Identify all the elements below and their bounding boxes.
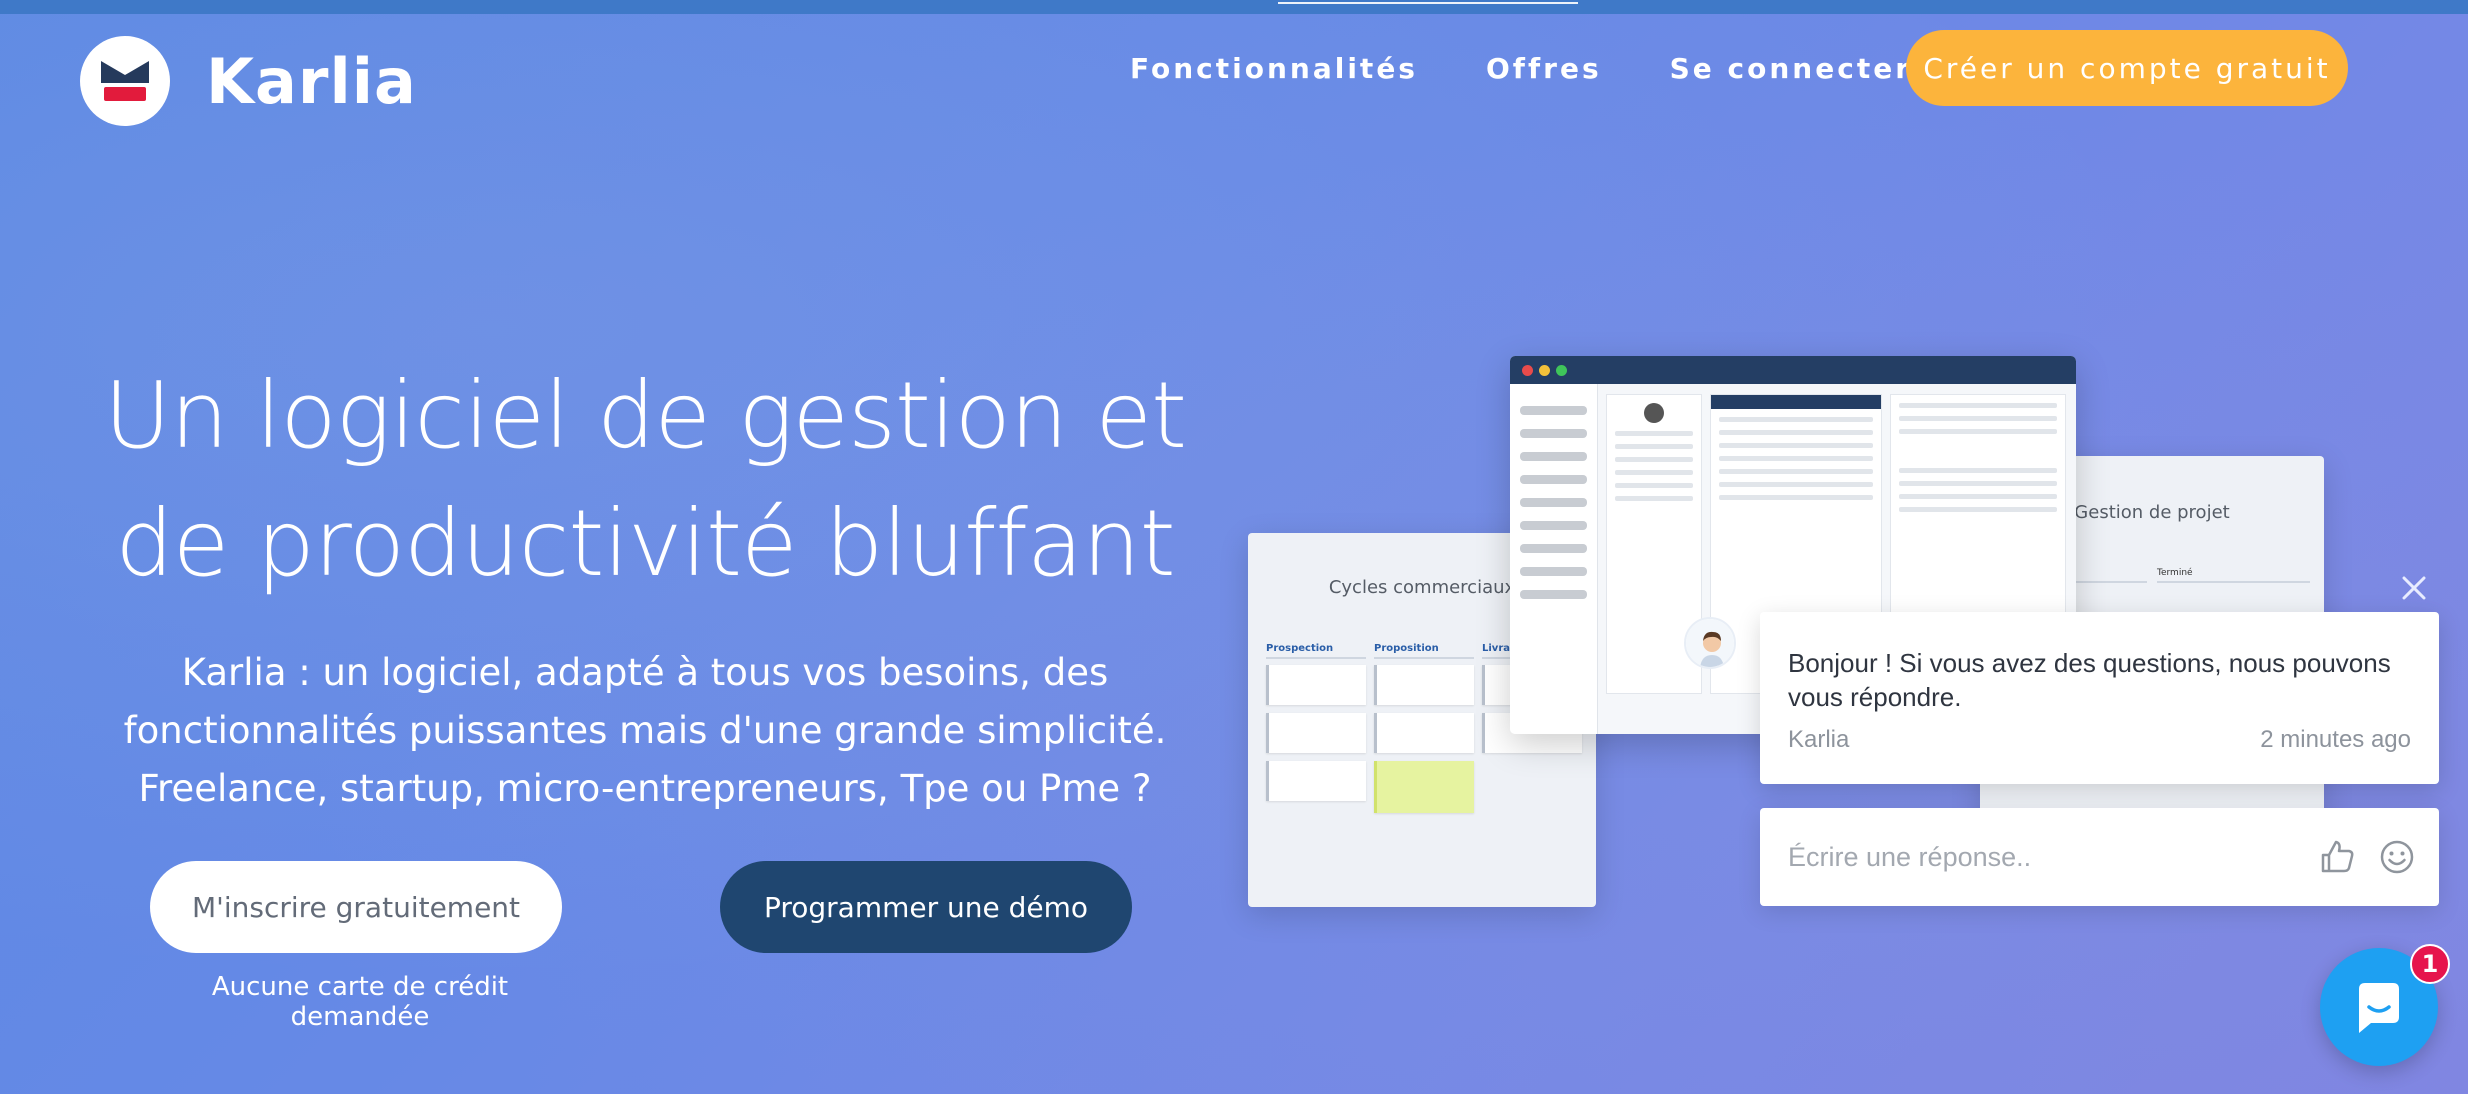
kanban-card <box>1266 713 1366 753</box>
kanban-card <box>1266 761 1366 801</box>
chat-timestamp: 2 minutes ago <box>2260 726 2411 753</box>
no-credit-card-note: Aucune carte de crédit demandée <box>211 972 509 1032</box>
window-minimize-dot <box>1539 364 1550 376</box>
kanban-card-dragging <box>1374 761 1474 813</box>
kanban-card <box>1374 713 1474 753</box>
chat-bubble-icon <box>2359 983 2399 1033</box>
kanban-column-title: Prospection <box>1266 643 1366 659</box>
top-announcement-strip <box>0 0 2468 14</box>
chat-reply-placeholder[interactable]: Écrire une réponse.. <box>1788 842 2297 873</box>
hero-title: Un logiciel de gestion et de productivit… <box>90 352 1200 608</box>
window-sidebar <box>1510 384 1598 734</box>
announcement-link-underline[interactable] <box>1278 2 1578 4</box>
kanban-card <box>1266 665 1366 705</box>
kanban-card <box>1374 665 1474 705</box>
create-account-button[interactable]: Créer un compte gratuit <box>1906 30 2348 106</box>
karlia-logo-icon <box>80 36 170 126</box>
nav-se-connecter[interactable]: Se connecter <box>1670 52 1912 85</box>
hero-subtitle-line3: Freelance, startup, micro-entrepreneurs,… <box>138 767 1152 810</box>
window-titlebar <box>1510 356 2076 384</box>
window-maximize-dot <box>1556 364 1567 376</box>
hero-subtitle-line1: Karlia : un logiciel, adapté à tous vos … <box>181 651 1109 694</box>
schedule-demo-button[interactable]: Programmer une démo <box>720 861 1132 953</box>
brand-logo[interactable]: Karlia <box>80 36 417 126</box>
brand-name: Karlia <box>206 44 417 118</box>
emoji-icon[interactable] <box>2377 837 2417 877</box>
chat-sender: Karlia <box>1788 726 1850 753</box>
nav-offres[interactable]: Offres <box>1486 52 1602 85</box>
main-nav: Fonctionnalités Offres Se connecter <box>1130 30 1980 85</box>
chat-agent-avatar <box>1684 617 1736 669</box>
unread-count-badge: 1 <box>2410 944 2450 984</box>
hero-title-line1: Un logiciel de gestion et <box>103 362 1187 469</box>
kanban-column-title: Proposition <box>1374 643 1474 659</box>
chat-message-bubble[interactable]: Bonjour ! Si vous avez des questions, no… <box>1760 612 2439 784</box>
chat-close-icon[interactable] <box>2394 568 2434 608</box>
chat-reply-input[interactable]: Écrire une réponse.. <box>1760 808 2439 906</box>
projet-column-title: Terminé <box>2157 568 2310 583</box>
chat-message-text: Bonjour ! Si vous avez des questions, no… <box>1788 648 2391 712</box>
nav-fonctionnalites[interactable]: Fonctionnalités <box>1130 52 1418 85</box>
hero-subtitle: Karlia : un logiciel, adapté à tous vos … <box>110 644 1180 818</box>
signup-free-button[interactable]: M'inscrire gratuitement <box>150 861 562 953</box>
thumbs-up-icon[interactable] <box>2317 837 2357 877</box>
window-close-dot <box>1522 364 1533 376</box>
hero-title-line2: de productivité bluffant <box>115 490 1175 597</box>
kanban-column: Proposition <box>1374 643 1474 821</box>
kanban-column: Prospection <box>1266 643 1366 821</box>
hero-subtitle-line2: fonctionnalités puissantes mais d'une gr… <box>123 709 1167 752</box>
chat-message-meta: Karlia 2 minutes ago <box>1788 726 2411 754</box>
